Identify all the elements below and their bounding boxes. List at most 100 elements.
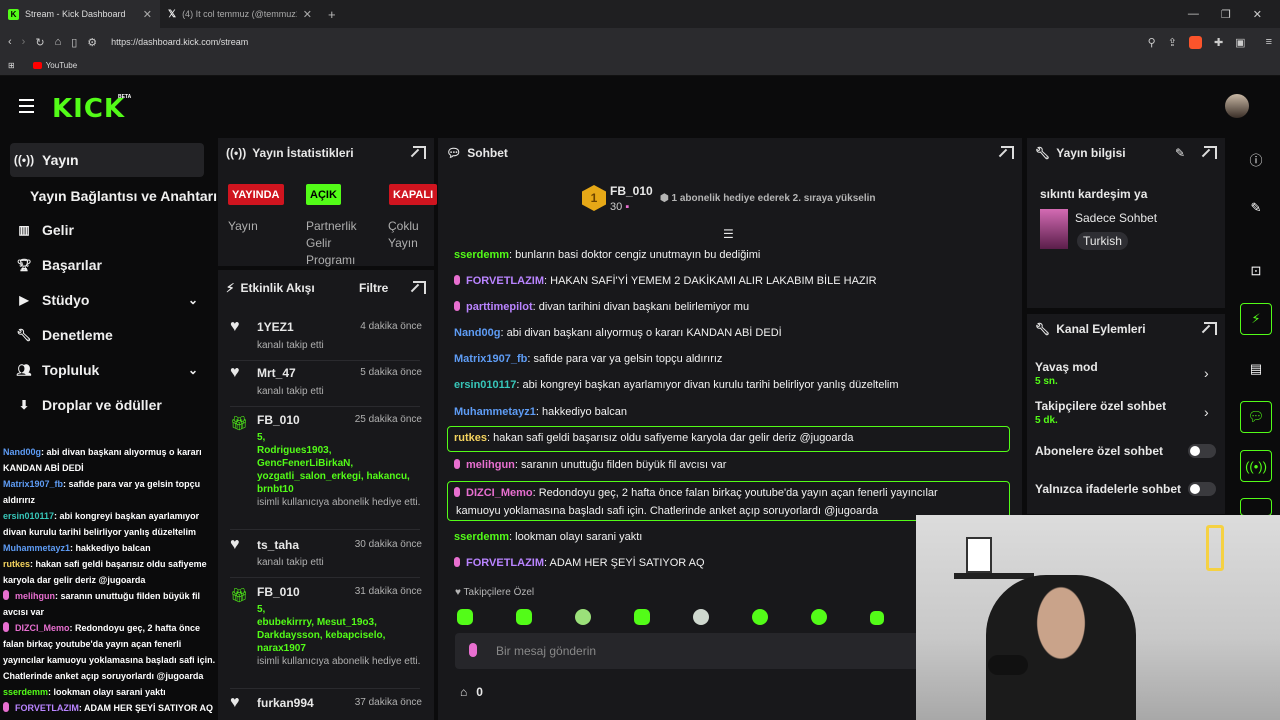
- close-icon[interactable]: ✕: [303, 8, 312, 21]
- emote-icon[interactable]: [870, 611, 884, 625]
- x-favicon-icon: 𝕏: [168, 8, 177, 20]
- category-name[interactable]: Sadece Sohbet: [1075, 211, 1157, 225]
- home-icon[interactable]: ⌂: [55, 36, 62, 48]
- mic-badge-icon: [454, 275, 460, 285]
- chat-input[interactable]: Bir mesaj gönderin: [455, 633, 925, 669]
- channel-points[interactable]: ⌂ 0: [460, 685, 483, 699]
- popout-icon[interactable]: [413, 146, 426, 159]
- edit-icon[interactable]: ✎: [1240, 192, 1272, 224]
- category-thumbnail[interactable]: [1040, 209, 1068, 249]
- extensions-icon[interactable]: ✚: [1214, 36, 1223, 49]
- maximize-icon[interactable]: ❐: [1221, 8, 1231, 21]
- sidebar-item-basarilar[interactable]: 🏆︎ Başarılar: [10, 248, 204, 282]
- sidebar-item-droplar[interactable]: ⬇ Droplar ve ödüller: [10, 388, 204, 422]
- info-icon[interactable]: ⓘ: [1240, 143, 1272, 175]
- zoom-icon[interactable]: ⚲: [1148, 36, 1156, 49]
- list-item: melihgun: saranın unuttuğu filden büyük …: [3, 590, 200, 617]
- chat-bubble-icon[interactable]: 💬︎: [1240, 401, 1272, 433]
- filter-button[interactable]: Filtre: [359, 281, 388, 295]
- subs-chat-toggle[interactable]: [1188, 444, 1216, 458]
- leader-name[interactable]: FB_010: [610, 184, 653, 198]
- sidebar-item-denetleme[interactable]: 🔧︎ Denetleme: [10, 318, 204, 352]
- new-tab-icon[interactable]: +: [328, 7, 336, 22]
- emote-icon[interactable]: [634, 609, 650, 625]
- emote-icon[interactable]: [752, 609, 768, 625]
- sidebar-item-gelir[interactable]: ▥ Gelir: [10, 213, 204, 247]
- notes-icon[interactable]: ▤: [1240, 353, 1272, 385]
- close-icon[interactable]: ✕: [143, 8, 152, 21]
- mic-icon[interactable]: [469, 643, 477, 657]
- bookmark-icon[interactable]: ▯: [71, 36, 77, 49]
- address-bar: ‹ › ↻ ⌂ ▯ ⚙ https://dashboard.kick.com/s…: [0, 28, 1280, 56]
- broadcast-icon: ((•)): [226, 146, 247, 160]
- forward-icon[interactable]: ›: [22, 36, 26, 48]
- heart-icon: ♥: [230, 318, 240, 335]
- panel-title: 🔧︎ Kanal Eylemleri: [1035, 322, 1146, 336]
- sidebar-item-stream-key[interactable]: Yayın Bağlantısı ve Anahtarı: [30, 188, 217, 204]
- url-field[interactable]: https://dashboard.kick.com/stream: [111, 37, 248, 47]
- bolt-icon[interactable]: ⚡︎: [1240, 303, 1272, 335]
- popout-icon[interactable]: [1204, 146, 1217, 159]
- emotes-chat-toggle[interactable]: [1188, 482, 1216, 496]
- emote-icon[interactable]: [575, 609, 591, 625]
- emote-icon[interactable]: [693, 609, 709, 625]
- emote-icon[interactable]: [457, 609, 473, 625]
- divider: [230, 406, 420, 407]
- panel-title: ⚡︎ Etkinlik Akışı: [226, 281, 315, 295]
- chat-message-continued: kamuoyu yoklamasına başladı safi için. C…: [456, 505, 879, 517]
- window-close-icon[interactable]: ✕: [1253, 8, 1262, 21]
- tab-kick-dashboard[interactable]: K Stream - Kick Dashboard ✕: [0, 0, 160, 28]
- tab-x[interactable]: 𝕏 (4) It col temmuz (@temmuz1919) / X ✕: [160, 0, 320, 28]
- reload-icon[interactable]: ↻: [35, 36, 44, 49]
- overlay-chat: Nand00g: abi divan başkanı alıyormuş o k…: [0, 444, 220, 720]
- list-item: ♥ 1YEZ1 4 dakika önce kanalı takip etti: [230, 318, 422, 351]
- emote-icon[interactable]: [516, 609, 532, 625]
- hamburger-menu-icon[interactable]: [19, 99, 34, 113]
- leader-count: 30 ▪: [610, 201, 630, 213]
- broadcast-icon[interactable]: ((•)): [1240, 450, 1272, 482]
- followers-chat-label[interactable]: Takipçilere özel sohbet: [1035, 399, 1166, 413]
- video-icon[interactable]: [1240, 498, 1272, 516]
- back-icon[interactable]: ‹: [8, 36, 12, 48]
- kick-logo[interactable]: KICK: [52, 94, 125, 124]
- users-icon: 👥︎: [16, 363, 32, 377]
- leaderboard-promo[interactable]: ⬢ 1 abonelik hediye ederek 2. sıraya yük…: [660, 193, 876, 204]
- minimize-icon[interactable]: —: [1188, 8, 1199, 21]
- pinned-toggle-icon[interactable]: ☰: [723, 227, 734, 241]
- chat-message: parttimepilot: divan tarihini divan başk…: [454, 301, 749, 313]
- edit-icon[interactable]: ✎: [1175, 146, 1185, 160]
- list-item: DIZCI_Memo: Redondoyu geç, 2 hafta önce …: [3, 622, 216, 681]
- menu-icon[interactable]: ≡: [1266, 36, 1272, 48]
- apps-grid-icon[interactable]: ⊞: [8, 61, 15, 70]
- list-item: 🎁︎ FB_010 31 dakika önce 5, ebubekirrry,…: [230, 585, 422, 667]
- brave-shield-icon[interactable]: [1188, 35, 1202, 49]
- tag-chip[interactable]: Turkish: [1077, 232, 1128, 250]
- broadcast-icon: ((•)): [13, 153, 35, 167]
- wallet-icon[interactable]: ▣: [1235, 36, 1245, 49]
- popout-icon[interactable]: [1204, 322, 1217, 335]
- chevron-right-icon[interactable]: ›: [1204, 365, 1209, 381]
- store-icon: ⌂: [460, 685, 468, 699]
- sidebar-item-label: Topluluk: [42, 362, 100, 378]
- list-item: ♥ ts_taha 30 dakika önce kanalı takip et…: [230, 536, 422, 568]
- slow-mode-label[interactable]: Yavaş mod: [1035, 360, 1098, 374]
- screen-capture-icon[interactable]: ⊡: [1240, 255, 1272, 287]
- chevron-right-icon[interactable]: ›: [1204, 404, 1209, 420]
- beta-label: BETA: [118, 94, 132, 100]
- sidebar-item-studyo[interactable]: ▶ Stüdyo ⌄: [10, 283, 204, 317]
- share-icon[interactable]: ⇪: [1168, 36, 1177, 49]
- sidebar-item-topluluk[interactable]: 👥︎ Topluluk ⌄: [10, 353, 204, 387]
- followers-only-label: ♥ Takipçilere Özel: [455, 587, 535, 598]
- bookmark-youtube[interactable]: YouTube: [32, 61, 77, 70]
- site-settings-icon[interactable]: ⚙: [87, 36, 97, 49]
- sidebar-item-yayin[interactable]: ((•)) Yayın: [10, 143, 204, 177]
- wrench-icon: 🔧︎: [1035, 146, 1051, 160]
- app-header: KICK BETA: [0, 80, 1280, 135]
- popout-icon[interactable]: [1001, 146, 1014, 159]
- avatar[interactable]: [1225, 94, 1249, 118]
- emote-icon[interactable]: [811, 609, 827, 625]
- popout-icon[interactable]: [413, 281, 426, 294]
- frame-decor: [966, 537, 992, 573]
- panel-title: ((•)) Yayın İstatistikleri: [226, 146, 354, 160]
- chat-message: rutkes: hakan safi geldi başarısız oldu …: [454, 432, 854, 444]
